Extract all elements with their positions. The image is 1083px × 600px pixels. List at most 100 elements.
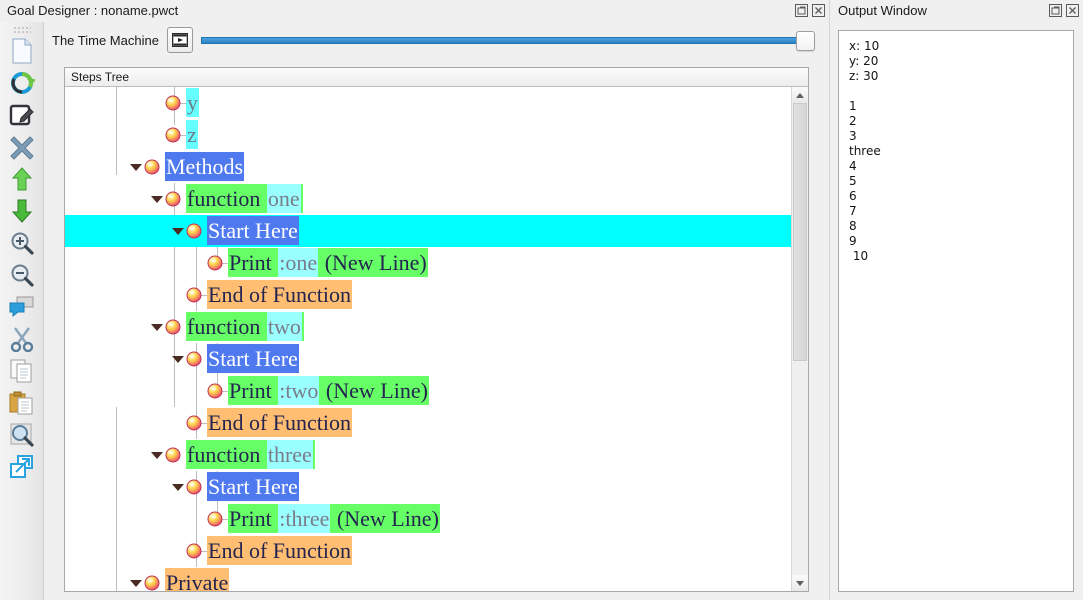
step-bullet-icon bbox=[186, 415, 202, 431]
tree-row[interactable]: Print :one (New Line) bbox=[65, 247, 791, 279]
chevron-down-icon[interactable] bbox=[170, 471, 186, 503]
tree-row-segment: Methods bbox=[165, 152, 244, 181]
tree-row[interactable]: End of Function bbox=[65, 279, 791, 311]
tree-row[interactable]: function one bbox=[65, 183, 791, 215]
scroll-up-button[interactable] bbox=[792, 87, 808, 103]
tree-scrollbar[interactable] bbox=[791, 87, 808, 591]
tree-row-label: End of Function bbox=[205, 537, 354, 565]
output-line: 6 bbox=[849, 189, 1063, 204]
chevron-down-icon[interactable] bbox=[149, 183, 165, 215]
close-icon[interactable] bbox=[811, 3, 825, 17]
step-bullet-icon bbox=[165, 447, 181, 463]
copy-icon[interactable] bbox=[0, 355, 44, 387]
tree-row-segment: :one bbox=[278, 248, 318, 277]
tree-row-segment: End of Function bbox=[207, 408, 352, 437]
tree-twisty-placeholder bbox=[191, 503, 207, 535]
delete-icon[interactable] bbox=[0, 131, 44, 163]
output-window-controls bbox=[1048, 3, 1079, 17]
tree-row-label: Methods bbox=[163, 153, 246, 181]
tree-row[interactable]: Methods bbox=[65, 151, 791, 183]
slider-track[interactable] bbox=[201, 37, 797, 44]
tree-row-segment bbox=[302, 312, 304, 341]
tree-row[interactable]: Start Here bbox=[65, 215, 791, 247]
goal-designer-window: Goal Designer : noname.pwct bbox=[0, 0, 829, 600]
chevron-down-icon[interactable] bbox=[128, 151, 144, 183]
tree-row-segment bbox=[313, 440, 315, 469]
tree-row-segment: (New Line) bbox=[330, 504, 440, 533]
zoom-out-icon[interactable] bbox=[0, 259, 44, 291]
tree-row[interactable]: Print :two (New Line) bbox=[65, 375, 791, 407]
tree-twisty-placeholder bbox=[149, 87, 165, 119]
move-up-icon[interactable] bbox=[0, 163, 44, 195]
tree-row[interactable]: Start Here bbox=[65, 471, 791, 503]
window-controls bbox=[794, 3, 825, 17]
tree-twisty-placeholder bbox=[170, 279, 186, 311]
chevron-down-icon[interactable] bbox=[149, 439, 165, 471]
tree-row-segment: function bbox=[186, 312, 267, 341]
chevron-down-icon[interactable] bbox=[128, 567, 144, 591]
close-icon[interactable] bbox=[1065, 3, 1079, 17]
find-icon[interactable] bbox=[0, 419, 44, 451]
output-text-area[interactable]: x: 10y: 20z: 30 123three456789 10 bbox=[838, 30, 1074, 592]
tree-row[interactable]: End of Function bbox=[65, 407, 791, 439]
chevron-down-icon[interactable] bbox=[149, 311, 165, 343]
new-file-icon[interactable] bbox=[0, 35, 44, 67]
tree-row[interactable]: function three bbox=[65, 439, 791, 471]
tree-row[interactable]: Print :three (New Line) bbox=[65, 503, 791, 535]
tree-row-segment: y bbox=[186, 88, 199, 117]
tree-twisty-placeholder bbox=[149, 119, 165, 151]
film-play-icon[interactable] bbox=[167, 27, 193, 53]
toolbar-grip[interactable] bbox=[13, 26, 31, 33]
output-line: y: 20 bbox=[849, 54, 1063, 69]
open-external-icon[interactable] bbox=[0, 451, 44, 483]
tree-row-segment: Print bbox=[228, 504, 278, 533]
tree-row-label: Start Here bbox=[205, 345, 301, 373]
tree-row[interactable]: function two bbox=[65, 311, 791, 343]
steps-tree[interactable]: yzMethodsfunction one Start HerePrint :o… bbox=[65, 87, 791, 591]
tree-row[interactable]: y bbox=[65, 87, 791, 119]
tree-row-segment: two bbox=[267, 312, 302, 341]
tree-row-segment bbox=[301, 184, 303, 213]
chevron-down-icon[interactable] bbox=[170, 215, 186, 247]
paste-icon[interactable] bbox=[0, 387, 44, 419]
edit-icon[interactable] bbox=[0, 99, 44, 131]
tree-row[interactable]: Start Here bbox=[65, 343, 791, 375]
tree-row-label: Print :three (New Line) bbox=[226, 505, 442, 533]
tree-row-segment: Private bbox=[165, 568, 229, 591]
tree-row-label: Private bbox=[163, 569, 231, 591]
output-line: 4 bbox=[849, 159, 1063, 174]
tree-row[interactable]: Private bbox=[65, 567, 791, 591]
tree-twisty-placeholder bbox=[170, 535, 186, 567]
step-bullet-icon bbox=[144, 575, 160, 591]
step-bullet-icon bbox=[165, 191, 181, 207]
steps-tree-body-wrap: yzMethodsfunction one Start HerePrint :o… bbox=[65, 87, 808, 591]
scrollbar-thumb[interactable] bbox=[793, 103, 807, 361]
step-bullet-icon bbox=[165, 319, 181, 335]
tree-row-label: z bbox=[184, 121, 200, 149]
restore-icon[interactable] bbox=[1048, 3, 1062, 17]
output-window-titlebar: Output Window bbox=[830, 0, 1083, 22]
step-bullet-icon bbox=[186, 351, 202, 367]
scroll-down-button[interactable] bbox=[792, 575, 808, 591]
tree-row-segment: (New Line) bbox=[319, 376, 429, 405]
tree-row[interactable]: End of Function bbox=[65, 535, 791, 567]
tree-row[interactable]: z bbox=[65, 119, 791, 151]
step-bullet-icon bbox=[186, 287, 202, 303]
slider-thumb[interactable] bbox=[796, 31, 815, 51]
output-line bbox=[849, 84, 1063, 99]
step-bullet-icon bbox=[165, 127, 181, 143]
move-down-icon[interactable] bbox=[0, 195, 44, 227]
tree-row-segment: z bbox=[186, 120, 198, 149]
zoom-in-icon[interactable] bbox=[0, 227, 44, 259]
restore-icon[interactable] bbox=[794, 3, 808, 17]
refresh-icon[interactable] bbox=[0, 67, 44, 99]
tree-row-label: End of Function bbox=[205, 281, 354, 309]
tree-row-label: Print :two (New Line) bbox=[226, 377, 431, 405]
tree-row-segment: Start Here bbox=[207, 344, 299, 373]
step-bullet-icon bbox=[207, 383, 223, 399]
cut-icon[interactable] bbox=[0, 323, 44, 355]
tree-row-segment: Start Here bbox=[207, 472, 299, 501]
time-machine-slider[interactable] bbox=[201, 28, 815, 52]
comment-icon[interactable] bbox=[0, 291, 44, 323]
chevron-down-icon[interactable] bbox=[170, 343, 186, 375]
